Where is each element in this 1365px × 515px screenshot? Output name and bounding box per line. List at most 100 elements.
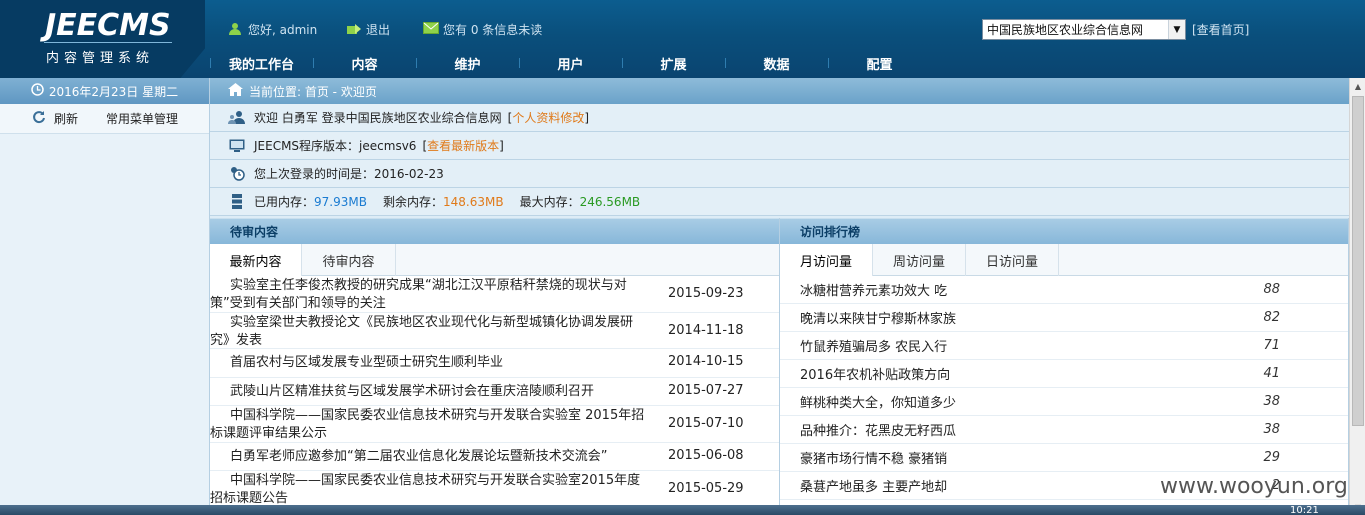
taskbar-clock: 10:21 bbox=[1290, 505, 1319, 515]
menu-manage-button[interactable]: 常用菜单管理 bbox=[106, 110, 178, 127]
list-item-title[interactable]: 实验室梁世夫教授论文《民族地区农业现代化与新型城镇化协调发展研究》发表 bbox=[210, 314, 650, 350]
list-item-date: 2015-07-27 bbox=[668, 383, 744, 398]
chevron-down-icon[interactable]: ▼ bbox=[1168, 20, 1185, 39]
list-item-title[interactable]: 武陵山片区精准扶贫与区域发展学术研讨会在重庆涪陵顺利召开 bbox=[210, 383, 650, 401]
pending-list: 实验室主任李俊杰教授的研究成果“湖北江汉平原秸秆禁烧的现状与对策”受到有关部门和… bbox=[210, 276, 779, 508]
vertical-scrollbar[interactable]: ▲ ▼ bbox=[1349, 78, 1365, 515]
mem-free-label: 剩余内存： bbox=[382, 195, 443, 209]
tab-monthly-visits[interactable]: 月访问量 bbox=[780, 244, 873, 276]
ranking-item-count: 29 bbox=[1263, 450, 1280, 465]
ranking-item-title[interactable]: 品种推介：花黑皮无籽西瓜 bbox=[800, 420, 956, 439]
mem-used-value: 97.93MB bbox=[314, 194, 367, 209]
users-icon bbox=[228, 110, 246, 126]
tab-daily-visits[interactable]: 日访问量 bbox=[966, 244, 1059, 276]
main-content: 当前位置: 首页 - 欢迎页 欢迎 白勇军 登录中国民族地区农业综合信息网 [个… bbox=[210, 78, 1349, 515]
user-greeting: 您好, admin bbox=[228, 20, 317, 38]
nav-item-users[interactable]: 用户 bbox=[519, 50, 622, 77]
list-item-title[interactable]: 白勇军老师应邀参加“第二届农业信息化发展论坛暨新技术交流会” bbox=[210, 448, 650, 466]
ranking-row[interactable]: 冰糖柑营养元素功效大 吃 88 bbox=[780, 276, 1348, 304]
list-item-date: 2015-09-23 bbox=[668, 286, 744, 301]
site-select[interactable]: 中国民族地区农业综合信息网 ▼ bbox=[982, 19, 1186, 40]
logo: JEECMS 内容管理系统 bbox=[0, 0, 205, 78]
scrollbar-thumb[interactable] bbox=[1352, 96, 1364, 426]
mem-free-value: 148.63MB bbox=[442, 194, 504, 209]
nav-item-workbench[interactable]: 我的工作台 bbox=[210, 50, 313, 77]
breadcrumb-text: 当前位置: 首页 - 欢迎页 bbox=[249, 84, 377, 99]
sidebar-tools: 刷新 常用菜单管理 bbox=[0, 104, 209, 134]
tab-pending-content[interactable]: 待审内容 bbox=[302, 244, 396, 276]
left-sidebar: 2016年2月23日 星期二 刷新 常用菜单管理 bbox=[0, 78, 210, 515]
greeting-text: 您好, admin bbox=[248, 22, 318, 37]
ranking-item-count: 82 bbox=[1263, 310, 1280, 325]
version-row: JEECMS程序版本：jeecmsv6 [查看最新版本] bbox=[210, 132, 1349, 160]
list-item-title[interactable]: 实验室主任李俊杰教授的研究成果“湖北江汉平原秸秆禁烧的现状与对策”受到有关部门和… bbox=[210, 277, 650, 313]
ranking-item-title[interactable]: 冰糖柑营养元素功效大 吃 bbox=[800, 280, 947, 299]
nav-item-content[interactable]: 内容 bbox=[313, 50, 416, 77]
list-item[interactable]: 中国科学院——国家民委农业信息技术研究与开发联合实验室 2015年招标课题评审结… bbox=[210, 406, 779, 443]
clock-icon bbox=[31, 83, 44, 99]
nav-item-maintain[interactable]: 维护 bbox=[416, 50, 519, 77]
list-item-date: 2014-11-18 bbox=[668, 323, 744, 338]
check-version-link[interactable]: 查看最新版本 bbox=[427, 137, 499, 154]
ranking-panel-title: 访问排行榜 bbox=[780, 218, 1348, 244]
ranking-item-count: 88 bbox=[1263, 282, 1280, 297]
login-time-icon bbox=[228, 166, 246, 182]
user-icon bbox=[228, 22, 244, 36]
breadcrumb: 当前位置: 首页 - 欢迎页 bbox=[210, 78, 1349, 104]
list-item-date: 2015-05-29 bbox=[668, 481, 744, 496]
ranking-list: 冰糖柑营养元素功效大 吃 88 晚清以来陕甘宁穆斯林家族 82 竹鼠养殖骗局多 农民… bbox=[780, 276, 1348, 500]
ranking-row[interactable]: 晚清以来陕甘宁穆斯林家族 82 bbox=[780, 304, 1348, 332]
date-bar: 2016年2月23日 星期二 bbox=[0, 78, 209, 104]
message-text[interactable]: 您有 0 条信息未读 bbox=[443, 21, 542, 38]
main-nav: 我的工作台 内容 维护 用户 扩展 数据 配置 bbox=[210, 50, 1365, 77]
profile-edit-link[interactable]: 个人资料修改 bbox=[512, 109, 584, 126]
ranking-row[interactable]: 2016年农机补贴政策方向 41 bbox=[780, 360, 1348, 388]
refresh-icon[interactable] bbox=[32, 110, 46, 127]
ranking-tabs: 月访问量 周访问量 日访问量 bbox=[780, 244, 1348, 276]
ranking-row[interactable]: 竹鼠养殖骗局多 农民入行 71 bbox=[780, 332, 1348, 360]
nav-item-config[interactable]: 配置 bbox=[828, 50, 931, 77]
monitor-icon bbox=[228, 138, 246, 154]
pending-tabs: 最新内容 待审内容 bbox=[210, 244, 779, 276]
welcome-text: 欢迎 白勇军 登录中国民族地区农业综合信息网 bbox=[254, 111, 502, 125]
tab-latest-content[interactable]: 最新内容 bbox=[210, 244, 302, 276]
message-notice[interactable]: 您有 0 条信息未读 bbox=[423, 20, 542, 38]
tab-weekly-visits[interactable]: 周访问量 bbox=[873, 244, 966, 276]
home-icon bbox=[228, 83, 243, 99]
list-item[interactable]: 武陵山片区精准扶贫与区域发展学术研讨会在重庆涪陵顺利召开 2015-07-27 bbox=[210, 378, 779, 406]
ranking-item-count: 38 bbox=[1263, 422, 1280, 437]
list-item[interactable]: 实验室主任李俊杰教授的研究成果“湖北江汉平原秸秆禁烧的现状与对策”受到有关部门和… bbox=[210, 276, 779, 313]
list-item-title[interactable]: 首届农村与区域发展专业型硕士研究生顺利毕业 bbox=[210, 354, 650, 372]
logo-divider bbox=[44, 42, 172, 43]
server-icon bbox=[228, 194, 246, 210]
list-item[interactable]: 实验室梁世夫教授论文《民族地区农业现代化与新型城镇化协调发展研究》发表 2014… bbox=[210, 313, 779, 349]
last-login-text: 您上次登录的时间是：2016-02-23 bbox=[254, 167, 444, 181]
ranking-row[interactable]: 鲜桃种类大全，你知道多少 38 bbox=[780, 388, 1348, 416]
ranking-item-count: 41 bbox=[1263, 366, 1280, 381]
view-home-link[interactable]: [查看首页] bbox=[1192, 21, 1249, 38]
ranking-item-title[interactable]: 竹鼠养殖骗局多 农民入行 bbox=[800, 336, 947, 355]
nav-item-data[interactable]: 数据 bbox=[725, 50, 828, 77]
refresh-button[interactable]: 刷新 bbox=[54, 110, 78, 127]
ranking-item-title[interactable]: 晚清以来陕甘宁穆斯林家族 bbox=[800, 308, 956, 327]
nav-item-extend[interactable]: 扩展 bbox=[622, 50, 725, 77]
watermark: www.wooyun.org bbox=[1160, 474, 1348, 499]
list-item[interactable]: 首届农村与区域发展专业型硕士研究生顺利毕业 2014-10-15 bbox=[210, 349, 779, 378]
ranking-item-count: 38 bbox=[1263, 394, 1280, 409]
ranking-item-title[interactable]: 豪猪市场行情不稳 豪猪销 bbox=[800, 448, 947, 467]
ranking-item-title[interactable]: 2016年农机补贴政策方向 bbox=[800, 364, 950, 383]
ranking-panel: 访问排行榜 月访问量 周访问量 日访问量 冰糖柑营养元素功效大 吃 88 晚清以来… bbox=[780, 218, 1349, 515]
ranking-row[interactable]: 豪猪市场行情不稳 豪猪销 29 bbox=[780, 444, 1348, 472]
list-item-title[interactable]: 中国科学院——国家民委农业信息技术研究与开发联合实验室 2015年招标课题评审结… bbox=[210, 407, 650, 443]
scroll-up-icon[interactable]: ▲ bbox=[1350, 78, 1365, 94]
list-item[interactable]: 中国科学院——国家民委农业信息技术研究与开发联合实验室2015年度招标课题公告 … bbox=[210, 471, 779, 508]
list-item[interactable]: 白勇军老师应邀参加“第二届农业信息化发展论坛暨新技术交流会” 2015-06-0… bbox=[210, 443, 779, 471]
logout-link[interactable]: 退出 bbox=[346, 20, 390, 38]
ranking-item-title[interactable]: 桑葚产地虽多 主要产地却 bbox=[800, 476, 947, 495]
logout-label[interactable]: 退出 bbox=[366, 21, 390, 38]
list-item-title[interactable]: 中国科学院——国家民委农业信息技术研究与开发联合实验室2015年度招标课题公告 bbox=[210, 472, 650, 508]
ranking-item-title[interactable]: 鲜桃种类大全，你知道多少 bbox=[800, 392, 956, 411]
pending-panel-title: 待审内容 bbox=[210, 218, 779, 244]
pending-panel: 待审内容 最新内容 待审内容 实验室主任李俊杰教授的研究成果“湖北江汉平原秸秆禁… bbox=[210, 218, 780, 515]
ranking-row[interactable]: 品种推介：花黑皮无籽西瓜 38 bbox=[780, 416, 1348, 444]
